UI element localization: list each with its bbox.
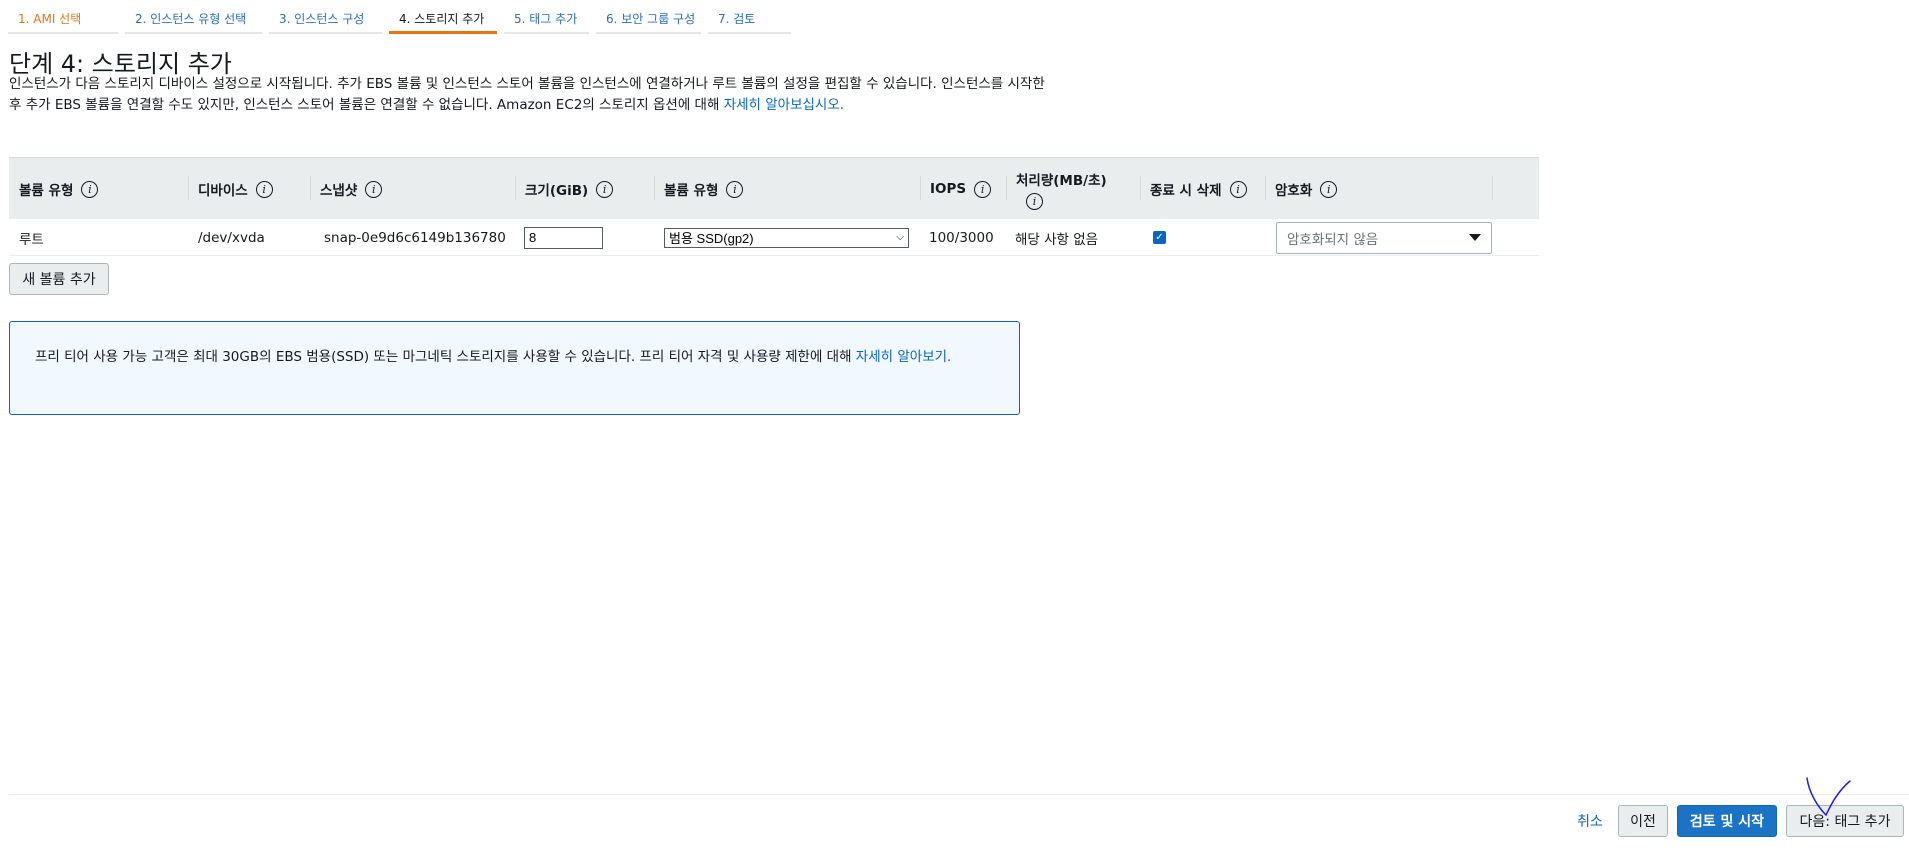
cell-ebs-type: 범용 SSD(gp2) ⌵: [664, 219, 909, 256]
info-icon[interactable]: i: [1320, 180, 1338, 198]
add-new-volume-button[interactable]: 새 볼륨 추가: [9, 263, 109, 295]
encryption-select[interactable]: 암호화되지 않음: [1276, 221, 1492, 254]
info-icon[interactable]: i: [81, 180, 99, 198]
volume-type-select[interactable]: 범용 SSD(gp2) ⌵: [664, 227, 909, 248]
checkmark-icon: ✓: [1155, 232, 1164, 243]
wizard-step-ami[interactable]: 1. AMI 선택: [8, 0, 118, 34]
previous-button[interactable]: 이전: [1618, 805, 1668, 837]
wizard-step-add-storage[interactable]: 4. 스토리지 추가: [389, 0, 497, 34]
encryption-value: 암호화되지 않음: [1287, 231, 1379, 248]
col-delete-on-termination: 종료 시 삭제 i: [1140, 158, 1247, 220]
info-icon[interactable]: i: [365, 180, 383, 198]
cancel-button[interactable]: 취소: [1570, 805, 1610, 837]
cell-throughput: 해당 사항 없음: [1015, 231, 1099, 248]
free-tier-notice: 프리 티어 사용 가능 고객은 최대 30GB의 EBS 범용(SSD) 또는 …: [9, 321, 1020, 415]
cell-device: /dev/xvda: [198, 229, 265, 246]
wizard-step-add-tags[interactable]: 5. 태그 추가: [504, 0, 589, 34]
col-device: 디바이스 i: [188, 158, 273, 220]
table-header: 볼륨 유형 i 디바이스 i 스냅샷 i 크기(GiB) i 볼륨 유형 i IOPS i …: [9, 157, 1539, 219]
table-row: 루트 /dev/xvda snap-0e9d6c6149b136780 범용 S…: [9, 219, 1539, 256]
col-volume-type: 볼륨 유형 i: [9, 158, 99, 220]
col-iops: IOPS i: [920, 158, 992, 220]
cell-delete-on-termination: ✓: [1153, 219, 1166, 256]
info-icon[interactable]: i: [1229, 180, 1247, 198]
caret-down-icon: [1469, 234, 1481, 241]
col-encryption: 암호화 i: [1265, 158, 1338, 220]
cell-size: [524, 219, 603, 256]
delete-on-termination-checkbox[interactable]: ✓: [1153, 231, 1166, 244]
cell-encryption: 암호화되지 않음: [1276, 219, 1492, 256]
col-size: 크기(GiB) i: [515, 158, 614, 220]
cell-volume-type: 루트: [19, 231, 44, 248]
chevron-down-icon: ⌵: [896, 232, 904, 243]
page-description-text: 인스턴스가 다음 스토리지 디바이스 설정으로 시작됩니다. 추가 EBS 볼륨…: [9, 76, 1045, 113]
page-description: 인스턴스가 다음 스토리지 디바이스 설정으로 시작됩니다. 추가 EBS 볼륨…: [9, 74, 1049, 116]
pen-annotation-icon: [1806, 777, 1851, 817]
learn-more-storage-link[interactable]: 자세히 알아보십시오.: [724, 97, 844, 113]
col-ebs-type: 볼륨 유형 i: [654, 158, 744, 220]
col-end: [1492, 158, 1502, 220]
info-icon[interactable]: i: [255, 180, 273, 198]
info-icon[interactable]: i: [974, 180, 992, 198]
free-tier-learn-more-link[interactable]: 자세히 알아보기.: [856, 349, 952, 365]
wizard-step-security-group[interactable]: 6. 보안 그룹 구성: [596, 0, 701, 34]
col-snapshot: 스냅샷 i: [310, 158, 383, 220]
info-icon[interactable]: i: [596, 180, 614, 198]
cell-iops: 100/3000: [929, 229, 994, 246]
footer-divider: [9, 794, 1909, 795]
wizard-step-instance-type[interactable]: 2. 인스턴스 유형 선택: [125, 0, 262, 34]
wizard-steps: 1. AMI 선택 2. 인스턴스 유형 선택 3. 인스턴스 구성 4. 스토…: [8, 0, 798, 34]
wizard-step-configure-instance[interactable]: 3. 인스턴스 구성: [269, 0, 382, 34]
wizard-step-review[interactable]: 7. 검토: [708, 0, 791, 34]
storage-table: 볼륨 유형 i 디바이스 i 스냅샷 i 크기(GiB) i 볼륨 유형 i IOPS i …: [9, 157, 1539, 256]
info-icon[interactable]: i: [1026, 192, 1043, 210]
volume-type-value: 범용 SSD(gp2): [669, 231, 754, 246]
col-throughput: 처리량(MB/초) i: [1006, 158, 1136, 220]
size-input[interactable]: [524, 226, 603, 249]
info-icon[interactable]: i: [726, 180, 744, 198]
cell-snapshot: snap-0e9d6c6149b136780: [324, 229, 506, 246]
review-and-launch-button[interactable]: 검토 및 시작: [1677, 805, 1777, 837]
free-tier-notice-text: 프리 티어 사용 가능 고객은 최대 30GB의 EBS 범용(SSD) 또는 …: [35, 349, 856, 365]
